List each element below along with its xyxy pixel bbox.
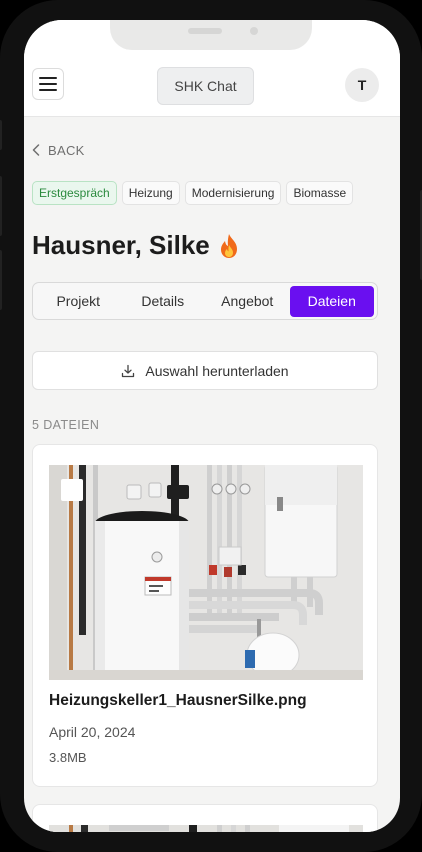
hamburger-menu-icon[interactable]: [32, 68, 64, 100]
tag-list: Erstgespräch Heizung Modernisierung Biom…: [32, 181, 354, 205]
file-thumbnail[interactable]: [49, 465, 363, 680]
tag-modernisierung[interactable]: Modernisierung: [184, 181, 282, 205]
tab-projekt[interactable]: Projekt: [36, 286, 121, 317]
tag-biomasse[interactable]: Biomasse: [286, 181, 354, 205]
tab-details[interactable]: Details: [121, 286, 206, 317]
boiler-room-photo: [49, 465, 363, 680]
back-link[interactable]: BACK: [32, 142, 85, 158]
phone-notch: [110, 20, 312, 50]
download-label: Auswahl herunterladen: [145, 362, 289, 379]
file-card[interactable]: Heizungskeller1_HausnerSilke.png April 2…: [32, 444, 378, 787]
front-camera: [250, 27, 258, 35]
select-checkbox[interactable]: [61, 479, 83, 501]
customer-name: Hausner, Silke: [32, 230, 210, 260]
file-count: 5 DATEIEN: [32, 418, 100, 432]
file-name: Heizungskeller1_HausnerSilke.png: [49, 692, 307, 709]
phone-frame: SHK Chat T BACK Erstgespräch Heizung Mod…: [0, 0, 422, 852]
boiler-room-photo-next: [49, 825, 363, 832]
avatar[interactable]: T: [345, 68, 379, 102]
tab-angebot[interactable]: Angebot: [205, 286, 290, 317]
file-thumbnail-next[interactable]: [49, 825, 363, 832]
app-title-button[interactable]: SHK Chat: [157, 67, 254, 105]
tag-heizung[interactable]: Heizung: [121, 181, 180, 205]
phone-volume-down-button: [0, 250, 2, 310]
app-screen: SHK Chat T BACK Erstgespräch Heizung Mod…: [24, 20, 400, 832]
chevron-left-icon: [32, 144, 40, 156]
download-selection-button[interactable]: Auswahl herunterladen: [32, 351, 378, 390]
phone-side-button: [0, 120, 2, 150]
page-title: Hausner, Silke: [32, 230, 240, 261]
file-size: 3.8MB: [49, 750, 87, 765]
file-date: April 20, 2024: [49, 724, 136, 740]
file-card-next[interactable]: [32, 804, 378, 832]
phone-volume-up-button: [0, 176, 2, 236]
speaker-grille: [188, 28, 222, 34]
tab-bar: Projekt Details Angebot Dateien: [32, 282, 378, 320]
tab-dateien[interactable]: Dateien: [289, 285, 374, 317]
tag-erstgespraech[interactable]: Erstgespräch: [32, 181, 117, 205]
download-icon: [122, 364, 135, 377]
back-label: BACK: [48, 142, 85, 158]
flame-icon: [220, 233, 237, 258]
